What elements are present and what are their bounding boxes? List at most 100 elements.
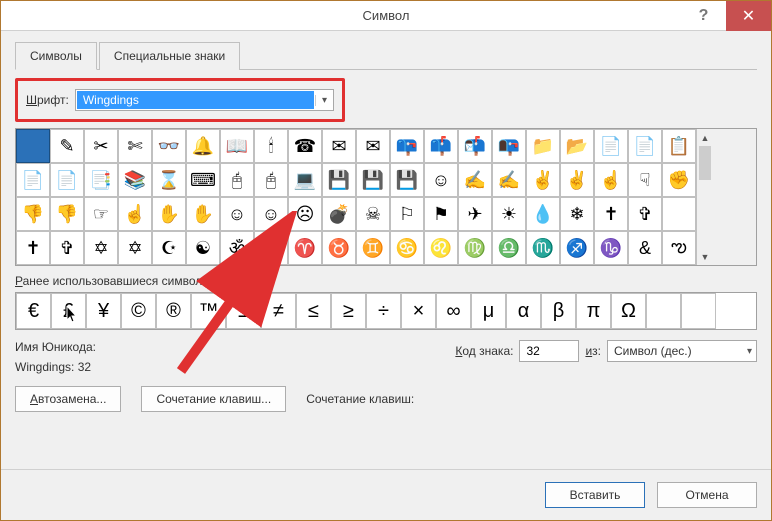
symbol-cell[interactable]: 💻 [288, 163, 322, 197]
recent-symbol-cell[interactable]: ± [226, 293, 261, 329]
symbol-cell[interactable]: ☠ [356, 197, 390, 231]
recent-symbol-cell[interactable]: β [541, 293, 576, 329]
recent-symbol-cell[interactable]: € [16, 293, 51, 329]
symbol-cell[interactable]: ♐ [560, 231, 594, 265]
scroll-thumb[interactable] [699, 146, 711, 180]
symbol-cell[interactable]: ☹ [288, 197, 322, 231]
recent-symbol-cell[interactable]: α [506, 293, 541, 329]
font-select[interactable]: Wingdings ▾ [75, 89, 334, 111]
symbol-cell[interactable]: ❄ [560, 197, 594, 231]
symbol-cell[interactable]: ☺ [220, 197, 254, 231]
symbol-cell[interactable]: ⌛ [152, 163, 186, 197]
symbol-cell[interactable]: ✡ [118, 231, 152, 265]
from-select[interactable]: Символ (дес.) ▾ [607, 340, 757, 362]
symbol-cell[interactable]: 📄 [594, 129, 628, 163]
recent-symbol-cell[interactable]: ≥ [331, 293, 366, 329]
symbol-cell[interactable]: 📪 [390, 129, 424, 163]
symbol-cell[interactable]: 👓 [152, 129, 186, 163]
recent-symbol-cell[interactable]: ¥ [86, 293, 121, 329]
symbol-cell[interactable]: 📄 [16, 163, 50, 197]
cancel-button[interactable]: Отмена [657, 482, 757, 508]
symbol-cell[interactable]: ☯ [186, 231, 220, 265]
symbol-cell[interactable]: 📬 [458, 129, 492, 163]
symbol-cell[interactable]: ☟ [628, 163, 662, 197]
symbol-cell[interactable]: 👎 [50, 197, 84, 231]
symbol-cell[interactable]: 📋 [662, 129, 696, 163]
symbol-cell[interactable]: 🔔 [186, 129, 220, 163]
symbol-cell[interactable]: 💾 [356, 163, 390, 197]
symbol-cell[interactable]: ♈ [288, 231, 322, 265]
symbol-cell[interactable]: 📂 [560, 129, 594, 163]
grid-scrollbar[interactable]: ▲ ▼ [696, 129, 713, 265]
symbol-cell[interactable]: 📄 [50, 163, 84, 197]
symbol-cell[interactable]: ✞ [50, 231, 84, 265]
recent-symbol-cell[interactable]: ≤ [296, 293, 331, 329]
symbol-cell[interactable]: ♌ [424, 231, 458, 265]
symbol-cell[interactable]: ♎ [492, 231, 526, 265]
recent-symbol-cell[interactable]: × [401, 293, 436, 329]
help-button[interactable]: ? [681, 1, 726, 31]
symbol-cell[interactable]: ✌ [560, 163, 594, 197]
symbol-cell[interactable]: 💾 [390, 163, 424, 197]
close-button[interactable]: ✕ [726, 1, 771, 31]
symbol-cell[interactable]: ✋ [186, 197, 220, 231]
symbol-cell[interactable]: 💣 [322, 197, 356, 231]
symbol-cell[interactable] [662, 197, 696, 231]
scroll-down-icon[interactable]: ▼ [697, 248, 713, 265]
symbol-cell[interactable]: ♏ [526, 231, 560, 265]
symbol-cell[interactable]: ✊ [662, 163, 696, 197]
tab-special-chars[interactable]: Специальные знаки [99, 42, 240, 70]
symbol-cell[interactable]: ✉ [356, 129, 390, 163]
recent-symbol-cell[interactable]: π [576, 293, 611, 329]
scroll-track[interactable] [697, 180, 713, 248]
symbol-cell[interactable]: ☝ [594, 163, 628, 197]
shortcut-button[interactable]: Сочетание клавиш... [141, 386, 286, 412]
symbol-cell[interactable]: ☝ [118, 197, 152, 231]
symbol-cell[interactable]: ✡ [84, 231, 118, 265]
symbol-cell[interactable]: 🖰 [254, 163, 288, 197]
recent-symbol-cell[interactable]: £ [51, 293, 86, 329]
symbol-cell[interactable]: ✎ [50, 129, 84, 163]
symbol-cell[interactable] [16, 129, 50, 163]
autocorrect-button[interactable]: Автозамена... [15, 386, 121, 412]
symbol-cell[interactable]: 📖 [220, 129, 254, 163]
symbol-cell[interactable]: 📄 [628, 129, 662, 163]
recent-symbol-cell[interactable]: © [121, 293, 156, 329]
recent-symbol-cell[interactable]: μ [471, 293, 506, 329]
symbol-cell[interactable]: 👎 [16, 197, 50, 231]
symbol-cell[interactable]: ✝ [594, 197, 628, 231]
symbol-cell[interactable]: ✝ [16, 231, 50, 265]
symbol-cell[interactable]: ఌ [662, 231, 696, 265]
symbol-cell[interactable]: ✍ [458, 163, 492, 197]
symbol-cell[interactable]: ☺ [424, 163, 458, 197]
symbol-cell[interactable]: 🕯 [254, 129, 288, 163]
symbol-cell[interactable]: ☀ [492, 197, 526, 231]
recent-symbol-cell[interactable] [681, 293, 716, 329]
symbol-cell[interactable]: ☺ [254, 197, 288, 231]
symbol-cell[interactable]: ♉ [322, 231, 356, 265]
symbol-cell[interactable]: & [628, 231, 662, 265]
recent-symbol-cell[interactable]: ÷ [366, 293, 401, 329]
symbol-cell[interactable]: ⚐ [390, 197, 424, 231]
symbol-cell[interactable]: ✋ [152, 197, 186, 231]
symbol-cell[interactable]: ✂ [84, 129, 118, 163]
symbol-cell[interactable]: ♋ [390, 231, 424, 265]
symbol-cell[interactable]: 📭 [492, 129, 526, 163]
symbol-cell[interactable]: ⌨ [186, 163, 220, 197]
insert-button[interactable]: Вставить [545, 482, 645, 508]
symbol-cell[interactable]: ✉ [322, 129, 356, 163]
symbol-cell[interactable]: ⚙ [254, 231, 288, 265]
recent-symbol-cell[interactable] [646, 293, 681, 329]
symbol-cell[interactable]: 📚 [118, 163, 152, 197]
symbol-cell[interactable]: 📁 [526, 129, 560, 163]
symbol-cell[interactable]: ♊ [356, 231, 390, 265]
symbol-cell[interactable]: ✞ [628, 197, 662, 231]
symbol-cell[interactable]: 📫 [424, 129, 458, 163]
symbol-cell[interactable]: ✌ [526, 163, 560, 197]
recent-symbol-cell[interactable]: ™ [191, 293, 226, 329]
symbol-cell[interactable]: ☪ [152, 231, 186, 265]
symbol-cell[interactable]: ✄ [118, 129, 152, 163]
code-input[interactable] [519, 340, 579, 362]
recent-symbol-cell[interactable]: ≠ [261, 293, 296, 329]
symbol-cell[interactable]: ☞ [84, 197, 118, 231]
